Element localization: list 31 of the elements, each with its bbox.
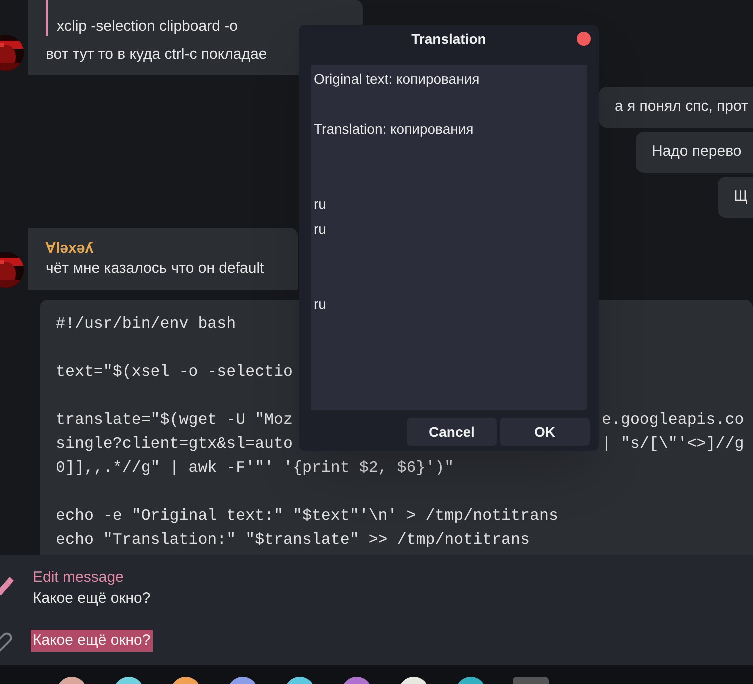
code-line: translate="$(wget -U "Moz	[56, 410, 293, 431]
cancel-button[interactable]: Cancel	[407, 418, 497, 446]
code-line: | "s/[\"'<>]//g	[602, 434, 744, 455]
app-icon[interactable]	[114, 677, 144, 684]
edit-title: Edit message	[33, 568, 125, 588]
ok-button[interactable]: OK	[500, 418, 590, 446]
quote-text: xclip -selection clipboard -o	[57, 17, 239, 36]
app-icon[interactable]	[228, 677, 258, 684]
code-line: text="$(xsel -o -selectio	[56, 362, 293, 383]
app-icon[interactable]	[285, 677, 315, 684]
app-icon[interactable]	[171, 677, 201, 684]
edited-message-text: Какое ещё окно?	[33, 589, 151, 609]
message-bubble: Надо перево	[636, 132, 753, 173]
window-title: Translation	[412, 30, 486, 48]
message-text: вот тут то в куда ctrl-c покладае	[46, 45, 268, 65]
close-button[interactable]	[577, 32, 591, 46]
message-bubble: а я понял спс, прот	[599, 87, 753, 128]
message-input[interactable]: Какое ещё окно?	[31, 630, 153, 652]
code-line: #!/usr/bin/env bash	[56, 314, 236, 335]
message-text: чёт мне казалось что он default	[46, 259, 266, 279]
app-icon[interactable]	[399, 677, 429, 684]
code-line: echo "Translation:" "$translate" >> /tmp/notitrans	[56, 530, 530, 551]
message-author: Ɐləxəʎ	[46, 239, 95, 259]
code-line: echo -e "Original text:" "$text"'\n' > /tmp/notitrans	[56, 506, 558, 527]
code-line: e.googleapis.co	[602, 410, 744, 431]
message-bubble: Щ	[718, 177, 753, 218]
app-icon[interactable]	[456, 677, 486, 684]
code-line: single?client=gtx&sl=auto	[56, 434, 293, 455]
app-icon[interactable]	[57, 677, 87, 684]
code-line: 0]],,.*//g" | awk -F'"' '{print $2, $6}')"	[56, 458, 454, 479]
text-view[interactable]: Original text: копирования Translation: копирования ru ru ru	[311, 65, 587, 410]
